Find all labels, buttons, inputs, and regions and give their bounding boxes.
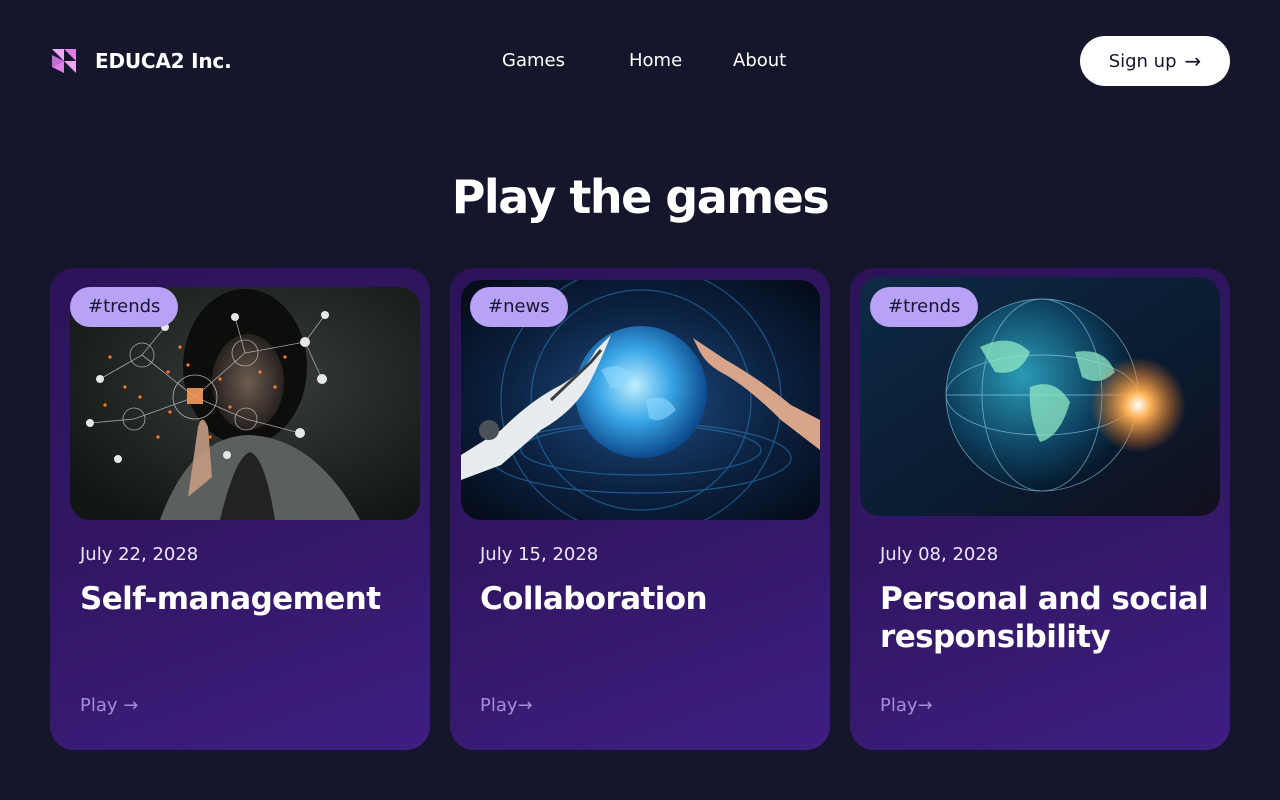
card-title: Personal and social responsibility [880, 581, 1209, 655]
section-title: Play the games [451, 170, 830, 224]
play-link[interactable]: Play→ [880, 695, 933, 716]
tag-badge[interactable]: #trends [70, 287, 179, 327]
card-date: July 15, 2028 [480, 544, 599, 565]
signup-button[interactable]: Sign up → [1080, 36, 1230, 86]
tag-badge[interactable]: #trends [870, 287, 979, 327]
main-nav: Games Home About [50, 48, 1230, 74]
nav-item-games[interactable]: Games [502, 48, 565, 74]
arrow-right-icon: → [1184, 49, 1202, 73]
tag-badge[interactable]: #news [470, 287, 568, 327]
game-card[interactable]: #news July 15, 2028 Collaboration Play→ [450, 268, 830, 750]
signup-label: Sign up [1108, 50, 1177, 72]
nav-item-home[interactable]: Home [629, 48, 682, 74]
card-date: July 08, 2028 [880, 544, 999, 565]
site-header: EDUCA2 Inc. Games Home About Sign up → [50, 36, 1230, 86]
card-title: Self-management [80, 581, 381, 617]
card-title: Collaboration [480, 581, 708, 617]
game-card[interactable]: #trends July 08, 2028 Personal and socia… [850, 268, 1230, 750]
play-link[interactable]: Play→ [480, 695, 533, 716]
card-date: July 22, 2028 [80, 544, 199, 565]
nav-item-about[interactable]: About [733, 48, 786, 74]
play-link[interactable]: Play → [80, 695, 138, 716]
game-card[interactable]: #trends July 22, 2028 Self-management Pl… [50, 268, 430, 750]
